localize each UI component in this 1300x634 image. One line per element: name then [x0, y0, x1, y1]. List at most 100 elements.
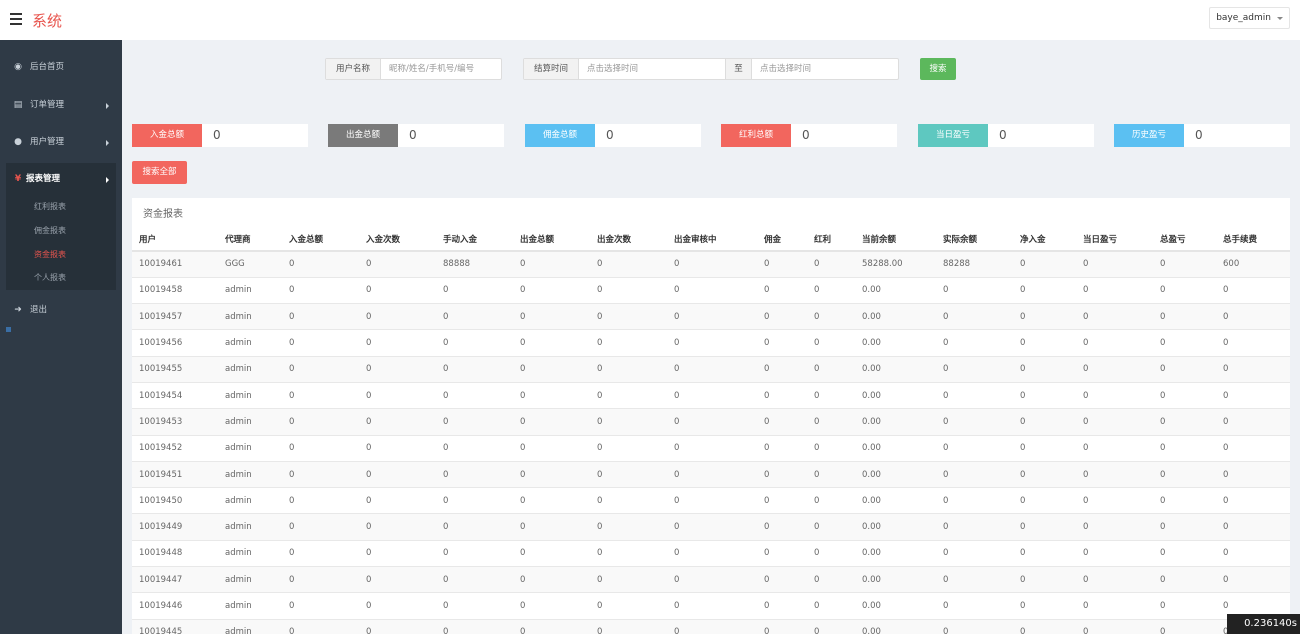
table-cell: 10019457 [132, 303, 218, 331]
column-header: 出金次数 [590, 227, 667, 252]
table-cell: 0 [936, 303, 1013, 331]
table-cell: 0.00 [855, 356, 936, 383]
username: baye_admin [1216, 13, 1271, 23]
search-all-button[interactable]: 搜索全部 [132, 161, 187, 184]
table-cell: 0 [1013, 619, 1076, 634]
table-cell: admin [218, 277, 282, 305]
table-cell: 0 [807, 592, 855, 620]
username-input[interactable] [381, 59, 501, 79]
sidebar-subitem-personal[interactable]: 个人报表 [34, 272, 66, 283]
table-cell: GGG [218, 251, 282, 278]
table-cell: 0 [1216, 382, 1290, 410]
stat-commission-total: 佣金总额 0 [525, 124, 701, 147]
table-cell: 0 [667, 513, 757, 541]
sidebar-item-orders[interactable]: ▤ 订单管理 [0, 95, 122, 115]
table-cell: 0 [359, 540, 436, 568]
table-cell: 0.00 [855, 382, 936, 410]
column-header: 总手续费 [1216, 227, 1290, 252]
table-cell: 10019449 [132, 513, 218, 541]
sidebar-item-users[interactable]: ● 用户管理 [0, 132, 122, 152]
table-cell: 0 [513, 461, 590, 489]
table-cell: 0 [590, 408, 667, 436]
search-button[interactable]: 搜索 [920, 58, 956, 80]
table-cell: 0 [667, 461, 757, 489]
table-cell: 0 [436, 619, 513, 634]
table-cell: 0 [1076, 487, 1153, 515]
table-cell: 0 [1076, 277, 1153, 305]
table-cell: 0 [590, 566, 667, 594]
table-cell: 0 [667, 251, 757, 278]
table-cell: 0 [667, 329, 757, 357]
username-search-field: 用户名称 [325, 58, 502, 80]
time-end-input[interactable] [752, 59, 898, 79]
column-header: 总盈亏 [1153, 227, 1216, 252]
column-header: 佣金 [757, 227, 807, 252]
sidebar-subitem-commission[interactable]: 佣金报表 [34, 225, 66, 236]
table-cell: 0 [436, 356, 513, 383]
table-row: 10019450 admin 0 0 0 0 0 0 0 0 0.00 0 0 0 0 0 [132, 487, 1290, 515]
table-cell: 0 [667, 408, 757, 436]
table-cell: 10019454 [132, 382, 218, 410]
table-cell: 0 [436, 277, 513, 305]
table-cell: 0 [1153, 251, 1216, 278]
table-cell: 0 [807, 382, 855, 410]
sidebar-item-logout[interactable]: ➜ 退出 [0, 300, 122, 320]
table-cell: 0 [282, 619, 359, 634]
sidebar-item-reports[interactable]: ¥ 报表管理 [6, 169, 116, 189]
table-cell: 0 [359, 382, 436, 410]
table-cell: 0 [513, 540, 590, 568]
column-header: 净入金 [1013, 227, 1076, 252]
report-title: 资金报表 [143, 209, 183, 220]
table-cell: 0 [436, 382, 513, 410]
column-header: 实际余额 [936, 227, 1013, 252]
table-cell: 10019456 [132, 329, 218, 357]
table-cell: 0.00 [855, 277, 936, 305]
column-header: 出金审核中 [667, 227, 757, 252]
table-cell: 0 [1013, 513, 1076, 541]
table-cell: 0 [590, 540, 667, 568]
table-cell: 0 [513, 303, 590, 331]
table-cell: 0.00 [855, 303, 936, 331]
stat-label: 红利总额 [721, 124, 791, 147]
report-table: 用户 代理商 入金总额 入金次数 手动入金 出金总额 出金次数 出金审核中 佣金 红利 当前余额 实际… [132, 227, 1290, 634]
sidebar-item-home[interactable]: ◉ 后台首页 [0, 57, 122, 77]
table-row: 10019456 admin 0 0 0 0 0 0 0 0 0.00 0 0 0 0 0 [132, 329, 1290, 357]
table-cell: 0 [757, 382, 807, 410]
table-cell: 0 [1076, 303, 1153, 331]
table-cell: 0 [667, 592, 757, 620]
table-cell: 0 [807, 277, 855, 305]
user-menu[interactable]: baye_admin [1209, 7, 1290, 29]
time-start-input[interactable] [579, 59, 725, 79]
table-cell: 0 [1153, 408, 1216, 436]
menu-icon[interactable] [10, 13, 22, 25]
table-cell: 0 [282, 540, 359, 568]
table-cell: 0 [1153, 513, 1216, 541]
table-cell: 10019446 [132, 592, 218, 620]
sidebar-subitem-bonus[interactable]: 红利报表 [34, 201, 66, 212]
table-cell: 0 [436, 303, 513, 331]
chevron-right-icon [106, 103, 109, 109]
table-cell: 0 [1216, 461, 1290, 489]
table-cell: 0 [1076, 435, 1153, 462]
table-cell: 0 [513, 408, 590, 436]
table-cell: 0 [359, 461, 436, 489]
table-cell: 0 [359, 303, 436, 331]
table-cell: 0 [1153, 435, 1216, 462]
table-cell: 0 [1076, 513, 1153, 541]
table-row: 10019451 admin 0 0 0 0 0 0 0 0 0.00 0 0 0 0 0 [132, 461, 1290, 489]
table-cell: 0 [1076, 540, 1153, 568]
table-cell: 0 [282, 277, 359, 305]
table-cell: 0 [282, 382, 359, 410]
table-cell: admin [218, 408, 282, 436]
table-cell: 0 [667, 382, 757, 410]
sidebar-subitem-funds[interactable]: 资金报表 [34, 249, 66, 260]
table-cell: 0 [1216, 303, 1290, 331]
table-cell: 88288 [936, 251, 1013, 278]
table-cell: admin [218, 303, 282, 331]
table-cell: 0 [436, 408, 513, 436]
table-cell: admin [218, 540, 282, 568]
table-cell: 0 [590, 356, 667, 383]
table-cell: 0.00 [855, 461, 936, 489]
table-cell: 0 [1153, 303, 1216, 331]
table-cell: 0 [757, 461, 807, 489]
